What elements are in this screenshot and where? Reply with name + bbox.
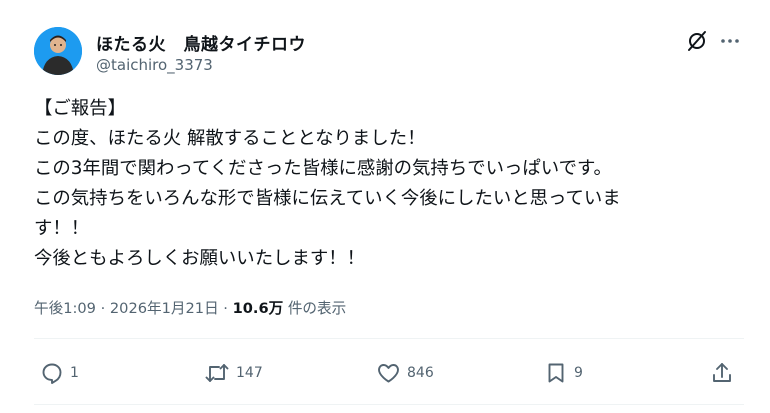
avatar-image [34, 27, 82, 75]
more-icon[interactable] [718, 29, 742, 53]
post-line: 今後ともよろしくお願いいたします！！ [34, 248, 366, 269]
like-count: 846 [407, 365, 434, 381]
post-line: 【ご報告】 [34, 98, 126, 119]
post-date[interactable]: 2026年1月21日 [110, 300, 219, 317]
meta-separator: · [95, 300, 110, 317]
divider [34, 338, 744, 339]
post-text: 【ご報告】 この度、ほたる火 解散することとなりました！ この3年間で関わってく… [34, 94, 734, 274]
post-card: ほたる火 鳥越タイチロウ @taichiro_3373 【ご報告】 この度、ほた… [0, 0, 770, 413]
share-button[interactable] [710, 358, 734, 388]
action-bar: 1 147 846 9 [0, 358, 770, 388]
grok-icon[interactable] [685, 29, 709, 53]
share-icon [713, 363, 731, 382]
views-count[interactable]: 10.6万 [233, 300, 284, 317]
post-line: この気持ちをいろんな形で皆様に伝えていく今後にしたいと思っていま [34, 188, 621, 209]
divider [34, 404, 744, 405]
post-line: この度、ほたる火 解散することとなりました！ [34, 128, 426, 149]
reply-button[interactable]: 1 [40, 358, 79, 388]
bookmark-button[interactable]: 9 [544, 358, 583, 388]
repost-count: 147 [236, 365, 263, 381]
repost-button[interactable]: 147 [204, 358, 263, 388]
user-handle[interactable]: @taichiro_3373 [96, 56, 213, 74]
display-name[interactable]: ほたる火 鳥越タイチロウ [96, 30, 306, 55]
post-meta: 午後1:09 · 2026年1月21日 · 10.6万 件の表示 [34, 297, 346, 318]
bookmark-count: 9 [574, 365, 583, 381]
repost-icon [205, 364, 229, 382]
like-button[interactable]: 846 [376, 358, 434, 388]
reply-count: 1 [70, 365, 79, 381]
reply-icon [42, 363, 62, 384]
avatar[interactable] [34, 27, 82, 75]
post-time[interactable]: 午後1:09 [34, 300, 96, 317]
like-icon [378, 364, 399, 383]
meta-separator: · [218, 300, 233, 317]
views-label: 件の表示 [283, 300, 347, 317]
bookmark-icon [548, 363, 564, 383]
post-line: この3年間で関わってくださった皆様に感謝の気持ちでいっぱいです。 [34, 158, 612, 179]
post-line: す！！ [34, 218, 90, 239]
